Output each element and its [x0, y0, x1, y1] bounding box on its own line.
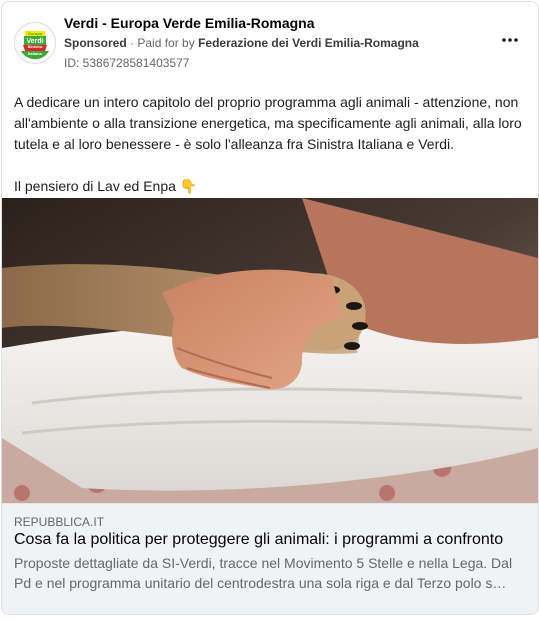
paid-for-org[interactable]: Federazione dei Verdi Emilia-Romagna: [198, 36, 419, 50]
more-options-button[interactable]: [500, 30, 520, 50]
post-image[interactable]: [2, 198, 538, 503]
post-paragraph-1: A dedicare un intero capitolo del propri…: [14, 94, 522, 152]
logo-text-sinistra: Sinistra: [28, 44, 43, 49]
sponsored-label: Sponsored: [64, 36, 127, 50]
link-description: Proposte dettagliate da SI-Verdi, tracce…: [14, 555, 513, 591]
post-header: Europa Verdi Sinistra Italiana Verdi - E…: [2, 2, 538, 82]
more-horizontal-icon: [502, 38, 518, 42]
link-domain: REPUBBLICA.IT: [14, 515, 105, 529]
post-paragraph-2: Il pensiero di Lav ed Enpa 👇: [14, 178, 198, 194]
sponsored-line: Sponsored · Paid for by Federazione dei …: [64, 36, 419, 50]
logo-text-europa: Europa: [28, 31, 43, 36]
logo-text-italiana: Italiana: [28, 51, 43, 56]
ad-card: Europa Verdi Sinistra Italiana Verdi - E…: [1, 1, 539, 615]
post-text: A dedicare un intero capitolo del propri…: [14, 92, 526, 197]
link-preview[interactable]: REPUBBLICA.IT Cosa fa la politica per pr…: [2, 503, 538, 614]
ad-id: ID: 5386728581403577: [64, 56, 190, 70]
link-title[interactable]: Cosa fa la politica per proteggere gli a…: [14, 531, 503, 549]
page-avatar[interactable]: Europa Verdi Sinistra Italiana: [14, 22, 56, 64]
page-name-link[interactable]: Verdi - Europa Verde Emilia-Romagna: [64, 15, 315, 31]
dog-paw-in-hand-photo: [2, 198, 538, 503]
paid-for-prefix: Paid for by: [137, 36, 195, 50]
alleanza-verdi-sinistra-logo: Europa Verdi Sinistra Italiana: [16, 24, 54, 62]
